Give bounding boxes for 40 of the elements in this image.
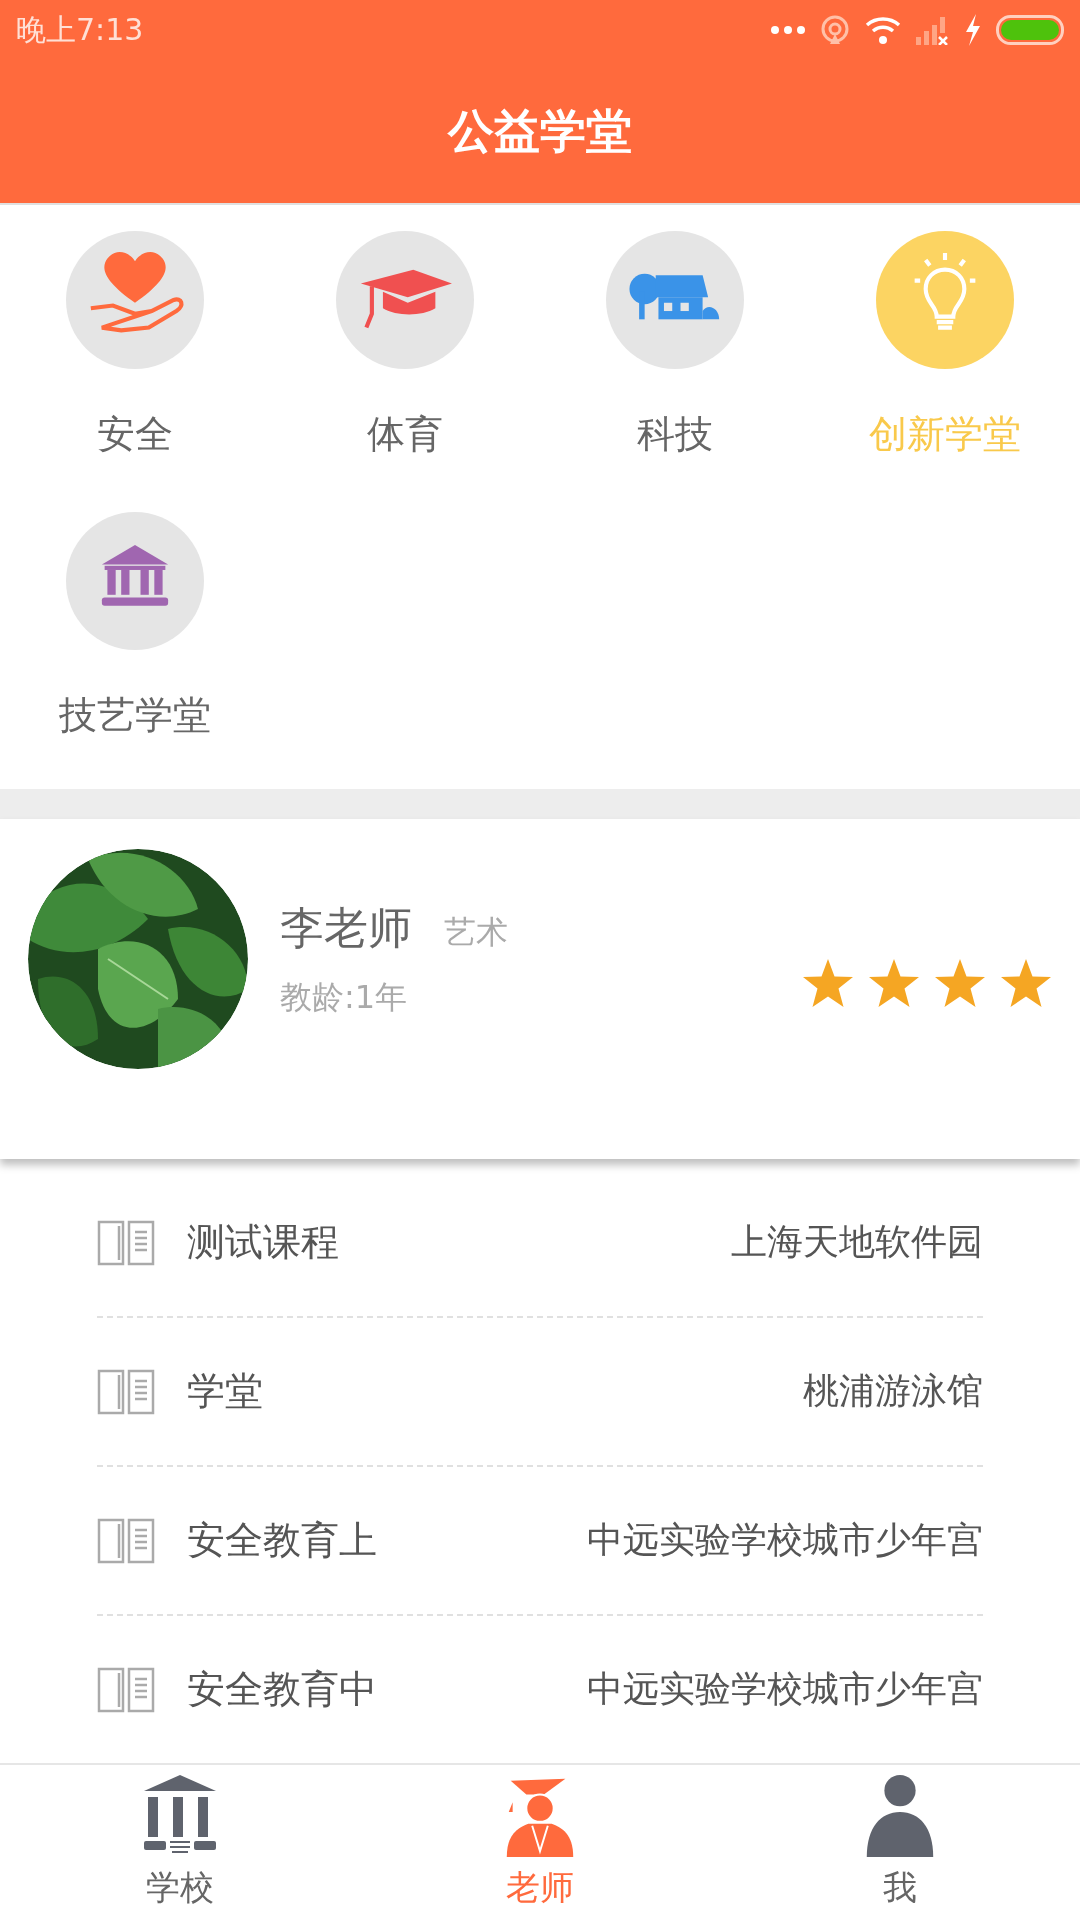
course-row[interactable]: 安全教育上 中远实验学校城市少年宫 — [97, 1467, 983, 1616]
signal-icon — [916, 15, 950, 45]
museum-icon — [101, 545, 169, 606]
teacher-card[interactable]: 李老师 艺术 教龄:1年 — [0, 819, 1080, 1159]
course-location: 中远实验学校城市少年宫 — [587, 1518, 983, 1562]
more-dots-icon — [770, 25, 806, 35]
book-icon — [97, 1517, 155, 1564]
category-button[interactable]: 技艺学堂 — [0, 512, 270, 741]
course-row[interactable]: 安全教育中 中远实验学校城市少年宫 — [97, 1616, 983, 1763]
person-icon — [864, 1773, 936, 1857]
course-title: 安全教育中 — [187, 1666, 378, 1713]
charging-bolt-icon — [964, 14, 982, 46]
status-time: 晚上7:13 — [16, 10, 144, 49]
course-location: 上海天地软件园 — [731, 1220, 983, 1264]
course-location: 桃浦游泳馆 — [803, 1369, 983, 1413]
category-button[interactable]: 科技 — [540, 231, 810, 460]
book-icon — [97, 1219, 155, 1266]
nav-tab[interactable]: 学校 — [0, 1765, 360, 1920]
nav-tab[interactable]: 我 — [720, 1765, 1080, 1920]
book-icon — [97, 1666, 155, 1713]
lightbulb-icon — [912, 251, 978, 330]
house-icon — [629, 273, 720, 320]
course-title: 测试课程 — [187, 1219, 340, 1266]
category-button[interactable]: 体育 — [270, 231, 540, 460]
teaching-years: 教龄:1年 — [280, 976, 409, 1018]
heart-hand-icon — [88, 252, 184, 333]
course-row[interactable]: 测试课程 上海天地软件园 — [97, 1169, 983, 1318]
page-title: 公益学堂 — [448, 102, 632, 160]
course-title: 学堂 — [187, 1368, 264, 1415]
course-location: 中远实验学校城市少年宫 — [587, 1667, 983, 1711]
teacher-name: 李老师 — [280, 900, 412, 955]
book-icon — [97, 1368, 155, 1415]
wifi-icon — [864, 15, 902, 45]
category-button[interactable]: 安全 — [0, 231, 270, 460]
graduation-cap-icon — [360, 269, 452, 329]
course-title: 安全教育上 — [187, 1517, 378, 1564]
teacher-subject: 艺术 — [444, 911, 508, 953]
course-row[interactable]: 学堂 桃浦游泳馆 — [97, 1318, 983, 1467]
hotspot-icon — [820, 14, 850, 46]
battery-icon — [996, 15, 1064, 45]
